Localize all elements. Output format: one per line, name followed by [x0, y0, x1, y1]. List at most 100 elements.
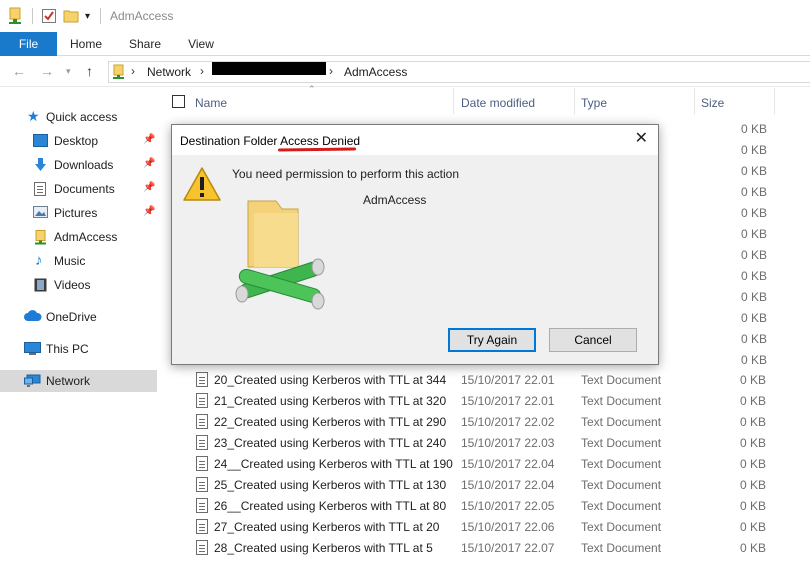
- breadcrumb-network[interactable]: Network: [147, 65, 191, 79]
- nav-network[interactable]: Network: [0, 370, 157, 392]
- text-document-icon: [196, 519, 208, 534]
- star-icon: ★: [27, 108, 40, 124]
- nav-admaccess[interactable]: AdmAccess: [0, 226, 157, 248]
- sort-ascending-icon: ⌃: [308, 84, 316, 94]
- download-icon: [34, 158, 49, 172]
- nav-documents[interactable]: Documents 📌: [0, 178, 157, 200]
- access-denied-dialog: Destination Folder Access Denied ✕ You n…: [171, 124, 659, 365]
- nav-desktop[interactable]: Desktop 📌: [0, 130, 157, 152]
- file-row[interactable]: 24__Created using Kerberos with TTL at 1…: [192, 453, 772, 474]
- row-size: 0 KB: [740, 227, 767, 241]
- network-folder-icon: [112, 64, 126, 83]
- text-document-icon: [196, 456, 208, 471]
- cloud-icon: [24, 310, 42, 324]
- breadcrumb-separator: ›: [200, 64, 204, 78]
- tab-file[interactable]: File: [0, 32, 57, 56]
- music-icon: ♪: [35, 252, 43, 269]
- recent-locations-chevron-icon[interactable]: ▾: [66, 66, 71, 77]
- nav-this-pc[interactable]: This PC: [0, 338, 157, 360]
- warning-icon: [182, 166, 222, 205]
- forward-arrow-icon[interactable]: →: [40, 63, 54, 79]
- folder-app-icon: [8, 6, 24, 26]
- file-row[interactable]: 25_Created using Kerberos with TTL at 13…: [192, 474, 772, 495]
- red-underline-annotation: [277, 147, 357, 152]
- text-document-icon: [196, 435, 208, 450]
- pictures-icon: [33, 206, 48, 220]
- network-folder-icon: [34, 230, 49, 245]
- text-document-icon: [196, 498, 208, 513]
- row-size: 0 KB: [740, 122, 767, 136]
- breadcrumb-separator: ›: [329, 64, 333, 78]
- title-bar: ▾ AdmAccess: [0, 0, 810, 32]
- file-row[interactable]: 22_Created using Kerberos with TTL at 29…: [192, 411, 772, 432]
- desktop-icon: [33, 134, 48, 148]
- tab-home[interactable]: Home: [66, 32, 106, 56]
- redacted-breadcrumb: [212, 62, 326, 75]
- file-row[interactable]: 27_Created using Kerberos with TTL at 20…: [192, 516, 772, 537]
- close-icon[interactable]: ✕: [635, 130, 648, 148]
- back-arrow-icon[interactable]: ←: [12, 63, 26, 79]
- column-header-name[interactable]: Name: [195, 96, 227, 124]
- file-row[interactable]: 28_Created using Kerberos with TTL at 5 …: [192, 537, 772, 558]
- column-header-size[interactable]: Size: [701, 96, 724, 124]
- dialog-message: You need permission to perform this acti…: [232, 167, 460, 181]
- nav-videos[interactable]: Videos: [0, 274, 157, 296]
- file-row[interactable]: 21_Created using Kerberos with TTL at 32…: [192, 390, 772, 411]
- text-document-icon: [196, 393, 208, 408]
- new-folder-icon[interactable]: [63, 6, 79, 26]
- row-size: 0 KB: [740, 164, 767, 178]
- pin-icon[interactable]: 📌: [143, 134, 155, 145]
- select-all-checkbox[interactable]: [172, 95, 185, 108]
- text-document-icon: [196, 414, 208, 429]
- customize-toolbar-icon[interactable]: ▾: [85, 6, 90, 26]
- dialog-title-emphasis: Access Denied: [280, 134, 361, 148]
- try-again-button[interactable]: Try Again: [448, 328, 536, 352]
- row-size: 0 KB: [740, 206, 767, 220]
- window-title: AdmAccess: [110, 9, 174, 23]
- documents-icon: [34, 182, 49, 196]
- tab-share[interactable]: Share: [124, 32, 166, 56]
- text-document-icon: [196, 372, 208, 387]
- nav-downloads[interactable]: Downloads 📌: [0, 154, 157, 176]
- nav-music[interactable]: ♪ Music: [0, 250, 157, 272]
- computer-icon: [24, 342, 41, 356]
- up-arrow-icon[interactable]: ↑: [86, 63, 93, 79]
- row-size: 0 KB: [740, 269, 767, 283]
- tab-view[interactable]: View: [183, 32, 219, 56]
- dialog-title: Destination Folder Access Denied: [180, 134, 360, 148]
- navigation-pane: ★ Quick access Desktop 📌 Downloads 📌 Doc…: [0, 88, 160, 563]
- cancel-button[interactable]: Cancel: [549, 328, 637, 352]
- nav-quick-access[interactable]: ★ Quick access: [0, 106, 157, 128]
- column-header-type[interactable]: Type: [581, 96, 607, 124]
- row-size: 0 KB: [740, 143, 767, 157]
- network-folder-large-icon: [232, 197, 328, 314]
- properties-icon[interactable]: [41, 6, 57, 26]
- file-row[interactable]: 20_Created using Kerberos with TTL at 34…: [192, 369, 772, 390]
- row-size: 0 KB: [740, 248, 767, 262]
- row-size: 0 KB: [740, 353, 767, 367]
- pin-icon[interactable]: 📌: [143, 206, 155, 217]
- row-size: 0 KB: [740, 332, 767, 346]
- file-row[interactable]: 23_Created using Kerberos with TTL at 24…: [192, 432, 772, 453]
- text-document-icon: [196, 477, 208, 492]
- breadcrumb-separator: ›: [131, 64, 135, 78]
- row-size: 0 KB: [740, 185, 767, 199]
- dialog-folder-name: AdmAccess: [363, 193, 427, 207]
- column-header-date[interactable]: Date modified: [461, 96, 535, 124]
- navigation-bar: ← → ▾ ↑ › Network › › AdmAccess: [0, 57, 810, 87]
- dialog-title-prefix: Destination Folder: [180, 134, 281, 148]
- ribbon-tabs: File Home Share View: [0, 32, 810, 56]
- file-row[interactable]: 26__Created using Kerberos with TTL at 8…: [192, 495, 772, 516]
- file-explorer-window: ▾ AdmAccess File Home Share View ← → ▾ ↑…: [0, 0, 810, 563]
- videos-icon: [34, 278, 49, 292]
- dialog-title-bar: Destination Folder Access Denied ✕: [172, 125, 658, 155]
- network-icon: [24, 374, 41, 388]
- breadcrumb-admaccess[interactable]: AdmAccess: [344, 65, 407, 79]
- nav-pictures[interactable]: Pictures 📌: [0, 202, 157, 224]
- row-size: 0 KB: [740, 311, 767, 325]
- text-document-icon: [196, 540, 208, 555]
- pin-icon[interactable]: 📌: [143, 182, 155, 193]
- pin-icon[interactable]: 📌: [143, 158, 155, 169]
- row-size: 0 KB: [740, 290, 767, 304]
- nav-onedrive[interactable]: OneDrive: [0, 306, 157, 328]
